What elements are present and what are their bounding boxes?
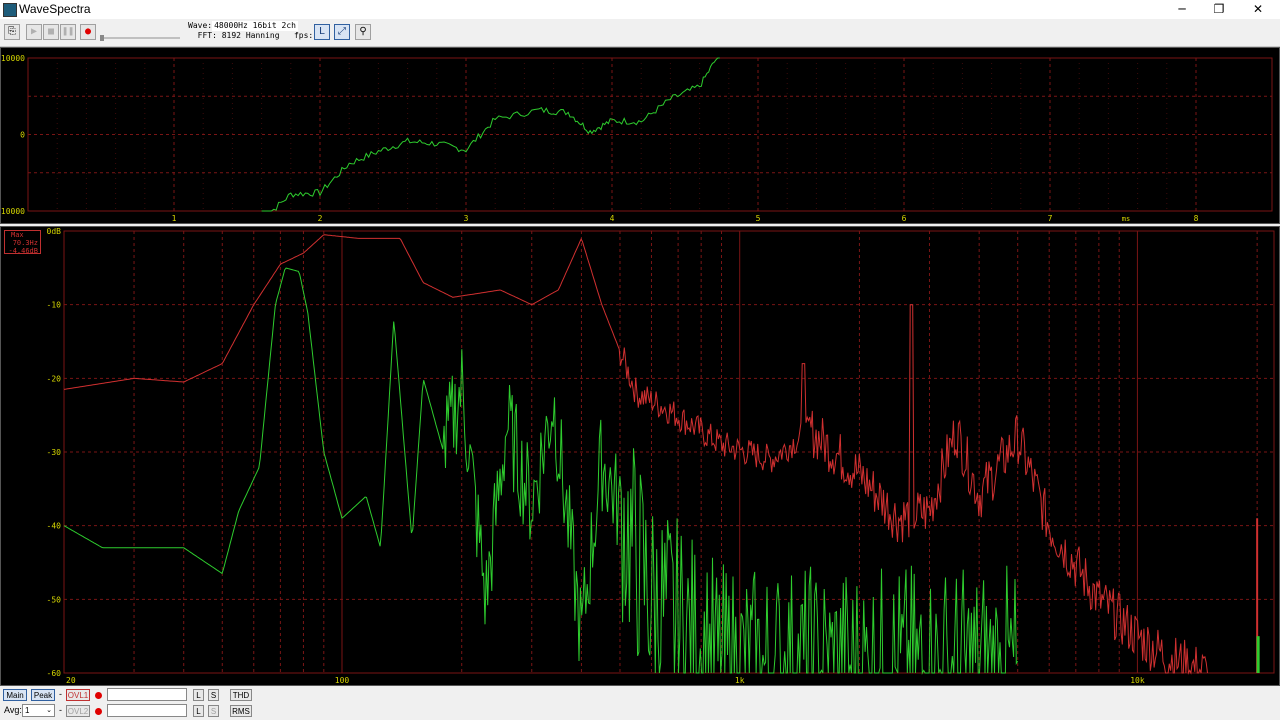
ovl2-field[interactable]	[107, 704, 187, 717]
bottom-bar: Main Peak - OVL1 L S THD Avg: 1 ⌄ - OVL2 …	[0, 686, 1280, 720]
spectrum-y-tick-label: -40	[47, 522, 62, 531]
readout-level: -4.46dB	[8, 247, 38, 255]
position-slider[interactable]	[100, 37, 180, 39]
wave-y-tick-label: -10000	[1, 207, 25, 216]
toolbar: ⎘ ▶ ■ ❚❚ ● Wave: 48000Hz 16bit 2ch FFT: 8…	[0, 19, 1280, 47]
spectrum-max-trace	[63, 234, 1208, 675]
s-button-1[interactable]: S	[208, 689, 219, 701]
spectrum-y-tick-label: -10	[47, 301, 62, 310]
spectrum-graph[interactable]: 0dB -10 -20 -30 -40 -50 -60 20 100 1k 10k	[1, 227, 1279, 685]
waveform-graph[interactable]: 10000 0 -10000 1 2 3 4 5 6 7 8 ms	[0, 48, 1279, 223]
thd-button[interactable]: THD	[230, 689, 252, 701]
peak-readout: Max 70.3Hz -4.46dB	[4, 230, 41, 255]
app-icon	[3, 3, 17, 17]
wave-x-tick-label: 5	[756, 214, 761, 223]
avg-select[interactable]: 1 ⌄	[22, 704, 55, 717]
spectrum-y-tick-label: 0dB	[47, 227, 62, 236]
rms-button[interactable]: RMS	[230, 705, 252, 717]
scale-icon[interactable]: ⤢	[334, 24, 350, 40]
avg-value: 1	[25, 706, 30, 715]
readout-frequency: 70.3Hz	[12, 239, 38, 247]
spectrum-x-tick-label: 20	[66, 676, 76, 685]
record-dot-2-icon[interactable]	[95, 708, 102, 715]
main-button[interactable]: Main	[3, 689, 27, 701]
spectrum-y-tick-label: -30	[47, 448, 62, 457]
stop-icon[interactable]: ■	[43, 24, 59, 40]
spectrum-x-tick-label: 1k	[735, 676, 745, 685]
ovl1-field[interactable]	[107, 688, 187, 701]
spectrum-current-trace	[63, 267, 1019, 675]
fps-label: fps:	[293, 31, 314, 40]
ovl2-indicator: OVL2	[66, 705, 90, 717]
restore-button[interactable]: ❐	[1199, 0, 1239, 19]
record-icon[interactable]: ●	[80, 24, 96, 40]
pause-icon[interactable]: ❚❚	[60, 24, 76, 40]
ovl1-indicator: OVL1	[66, 689, 90, 701]
close-button[interactable]: ✕	[1238, 0, 1278, 19]
lr-icon[interactable]: L	[314, 24, 330, 40]
dash-2: -	[59, 705, 62, 715]
settings-icon[interactable]: ⎘	[4, 24, 20, 40]
spectrum-x-tick-label: 10k	[1130, 676, 1145, 685]
wave-x-unit: ms	[1122, 215, 1130, 223]
wave-label: Wave:	[188, 21, 213, 30]
spectrum-y-tick-label: -50	[47, 595, 62, 604]
waveform-panel: 10000 0 -10000 1 2 3 4 5 6 7 8 ms	[0, 47, 1280, 224]
title-bar: WaveSpectra ─ ❐ ✕	[0, 0, 1280, 19]
spectrum-y-tick-label: -60	[47, 669, 62, 678]
wave-x-tick-label: 4	[610, 214, 615, 223]
wave-y-tick-label: 10000	[1, 54, 25, 63]
zoom-icon[interactable]: ⚲	[355, 24, 371, 40]
play-icon[interactable]: ▶	[26, 24, 42, 40]
peak-button[interactable]: Peak	[31, 689, 55, 701]
wave-x-tick-label: 1	[172, 214, 177, 223]
fft-value: 8192 Hanning	[221, 31, 280, 40]
spectrum-panel: 0dB -10 -20 -30 -40 -50 -60 20 100 1k 10k Max 70.3…	[0, 226, 1280, 686]
minimize-button[interactable]: ─	[1162, 0, 1202, 19]
wave-x-tick-label: 7	[1048, 214, 1053, 223]
wave-x-tick-label: 2	[318, 214, 323, 223]
wave-x-tick-label: 8	[1194, 214, 1199, 223]
slider-thumb[interactable]	[100, 35, 104, 41]
fft-label: FFT:	[197, 31, 217, 40]
format-info: Wave: 48000Hz 16bit 2ch FFT: 8192 Hanning…	[188, 21, 331, 41]
window-title: WaveSpectra	[19, 2, 91, 16]
l-button-2[interactable]: L	[193, 705, 204, 717]
dash-1: -	[59, 689, 62, 699]
readout-label: Max	[11, 231, 24, 239]
wave-format-value: 48000Hz 16bit 2ch	[212, 21, 298, 31]
wave-y-tick-label: 0	[20, 131, 25, 140]
s-button-2[interactable]: S	[208, 705, 219, 717]
spectrum-x-tick-label: 100	[335, 676, 350, 685]
wave-x-tick-label: 6	[902, 214, 907, 223]
chevron-down-icon: ⌄	[46, 707, 52, 714]
l-button-1[interactable]: L	[193, 689, 204, 701]
spectrum-y-tick-label: -20	[47, 374, 62, 383]
wave-x-tick-label: 3	[464, 214, 469, 223]
avg-label: Avg:	[4, 705, 22, 715]
record-dot-1-icon[interactable]	[95, 692, 102, 699]
